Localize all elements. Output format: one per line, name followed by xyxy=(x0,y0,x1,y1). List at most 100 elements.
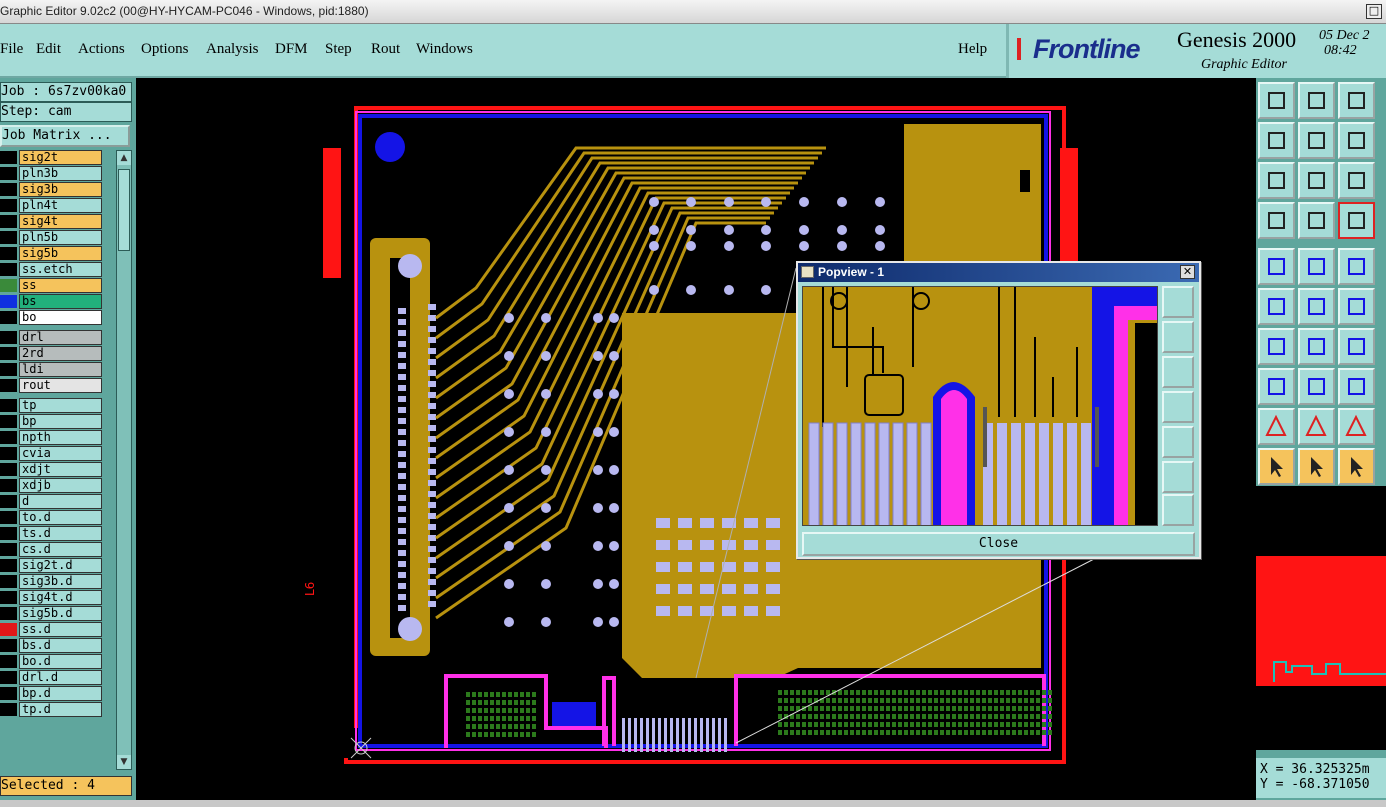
home-icon[interactable] xyxy=(1338,82,1375,119)
window-maximize-button[interactable]: □ xyxy=(1366,4,1382,19)
layer-color-swatch[interactable] xyxy=(0,607,17,620)
board-canvas[interactable]: L6 Popview - 1 ✕ Close xyxy=(136,78,1256,800)
layer-color-swatch[interactable] xyxy=(0,331,17,344)
layer-row[interactable]: bp.d xyxy=(0,686,104,701)
menu-actions[interactable]: Actions xyxy=(78,41,125,58)
layer-name[interactable]: tp.d xyxy=(19,702,102,717)
layer-color-swatch[interactable] xyxy=(0,431,17,444)
layer-scrollbar[interactable]: ▲ ▼ xyxy=(116,150,132,770)
popview-zoom-out-icon[interactable] xyxy=(1162,494,1194,526)
layer-row[interactable]: xdjb xyxy=(0,478,104,493)
layer-row[interactable]: sig5b.d xyxy=(0,606,104,621)
layer-name[interactable]: pln3b xyxy=(19,166,102,181)
close-icon[interactable]: ✕ xyxy=(1180,265,1195,279)
layer-color-swatch[interactable] xyxy=(0,495,17,508)
layer-name[interactable]: cs.d xyxy=(19,542,102,557)
layer-color-swatch[interactable] xyxy=(0,379,17,392)
popview-zoom-fit-icon[interactable] xyxy=(1162,286,1194,318)
layer-row[interactable]: tp xyxy=(0,398,104,413)
popview-close-button[interactable]: Close xyxy=(802,532,1195,556)
popview-pan-down-icon[interactable] xyxy=(1162,356,1194,388)
layer-color-swatch[interactable] xyxy=(0,215,17,228)
fit-all-icon[interactable] xyxy=(1258,162,1295,199)
layer-color-swatch[interactable] xyxy=(0,363,17,376)
layer-color-swatch[interactable] xyxy=(0,655,17,668)
layer-row[interactable]: 2rd xyxy=(0,346,104,361)
layer-color-swatch[interactable] xyxy=(0,151,17,164)
layer-color-swatch[interactable] xyxy=(0,447,17,460)
triangle-icon[interactable] xyxy=(1258,408,1295,445)
layer-color-swatch[interactable] xyxy=(0,623,17,636)
layer-name[interactable]: sig4t.d xyxy=(19,590,102,605)
layer-color-swatch[interactable] xyxy=(0,311,17,324)
layer-name[interactable]: sig4t xyxy=(19,214,102,229)
layer-row[interactable]: drl.d xyxy=(0,670,104,685)
popview-titlebar[interactable]: Popview - 1 xyxy=(798,263,1199,282)
layer-row[interactable]: tp.d xyxy=(0,702,104,717)
layer-color-swatch[interactable] xyxy=(0,559,17,572)
triangle-dim-icon[interactable] xyxy=(1338,408,1375,445)
layer-name[interactable]: drl.d xyxy=(19,670,102,685)
zoom-right-icon[interactable] xyxy=(1298,122,1335,159)
layer-color-swatch[interactable] xyxy=(0,591,17,604)
triangle-fill-icon[interactable] xyxy=(1298,408,1335,445)
popview-pan-up-icon[interactable] xyxy=(1162,321,1194,353)
overview-map[interactable] xyxy=(1256,486,1386,750)
layer-color-swatch[interactable] xyxy=(0,575,17,588)
scroll-up-icon[interactable]: ▲ xyxy=(117,151,131,165)
point-icon[interactable] xyxy=(1338,288,1375,325)
layer-color-swatch[interactable] xyxy=(0,231,17,244)
layer-name[interactable]: ldi xyxy=(19,362,102,377)
layer-row[interactable]: bo xyxy=(0,310,104,325)
layer-row[interactable]: drl xyxy=(0,330,104,345)
layer-name[interactable]: bs.d xyxy=(19,638,102,653)
snap-icon[interactable] xyxy=(1298,202,1335,239)
layer-row[interactable]: pln5b xyxy=(0,230,104,245)
layer-row[interactable]: ss.etch xyxy=(0,262,104,277)
layer-name[interactable]: sig3b xyxy=(19,182,102,197)
layer-row[interactable]: ss.d xyxy=(0,622,104,637)
menu-windows[interactable]: Windows xyxy=(416,41,473,58)
layer-row[interactable]: pln3b xyxy=(0,166,104,181)
layer-row[interactable]: sig3b xyxy=(0,182,104,197)
layer-row[interactable]: sig4t.d xyxy=(0,590,104,605)
layer-row[interactable]: bp xyxy=(0,414,104,429)
window-titlebar[interactable]: Graphic Editor 9.02c2 (00@HY-HYCAM-PC046… xyxy=(0,0,1386,24)
layer-name[interactable]: to.d xyxy=(19,510,102,525)
zoom-1-2-icon[interactable] xyxy=(1338,162,1375,199)
layer-color-swatch[interactable] xyxy=(0,167,17,180)
layer-row[interactable]: sig5b xyxy=(0,246,104,261)
popview-zoom-in-icon[interactable] xyxy=(1162,461,1194,493)
horizontal-icon[interactable] xyxy=(1298,368,1335,405)
diagonal-icon[interactable] xyxy=(1298,328,1335,365)
layer-color-swatch[interactable] xyxy=(0,671,17,684)
menu-options[interactable]: Options xyxy=(141,41,189,58)
fit-profile-icon[interactable] xyxy=(1298,162,1335,199)
layer-row[interactable]: bs.d xyxy=(0,638,104,653)
layer-row[interactable]: d xyxy=(0,494,104,509)
layer-name[interactable]: ss.etch xyxy=(19,262,102,277)
job-matrix-button[interactable]: Job Matrix ... xyxy=(0,125,130,147)
layer-name[interactable]: sig5b.d xyxy=(19,606,102,621)
layer-color-swatch[interactable] xyxy=(0,183,17,196)
angle-icon[interactable] xyxy=(1258,328,1295,365)
layer-name[interactable]: 2rd xyxy=(19,346,102,361)
layer-name[interactable]: xdjt xyxy=(19,462,102,477)
layer-color-swatch[interactable] xyxy=(0,527,17,540)
layer-color-swatch[interactable] xyxy=(0,399,17,412)
layer-name[interactable]: bs xyxy=(19,294,102,309)
layer-color-swatch[interactable] xyxy=(0,687,17,700)
layer-name[interactable]: ss xyxy=(19,278,102,293)
layer-row[interactable]: cs.d xyxy=(0,542,104,557)
layer-row[interactable]: xdjt xyxy=(0,462,104,477)
select-point-icon[interactable] xyxy=(1298,448,1335,485)
layer-row[interactable]: sig2t.d xyxy=(0,558,104,573)
layer-color-swatch[interactable] xyxy=(0,479,17,492)
menu-analysis[interactable]: Analysis xyxy=(206,41,259,58)
layer-color-swatch[interactable] xyxy=(0,247,17,260)
pad-measure-icon[interactable] xyxy=(1258,202,1295,239)
scroll-down-icon[interactable]: ▼ xyxy=(117,755,131,769)
ruler-icon[interactable] xyxy=(1338,248,1375,285)
layer-toggle-icon[interactable] xyxy=(1338,202,1375,239)
select-arrow-icon[interactable] xyxy=(1258,448,1295,485)
